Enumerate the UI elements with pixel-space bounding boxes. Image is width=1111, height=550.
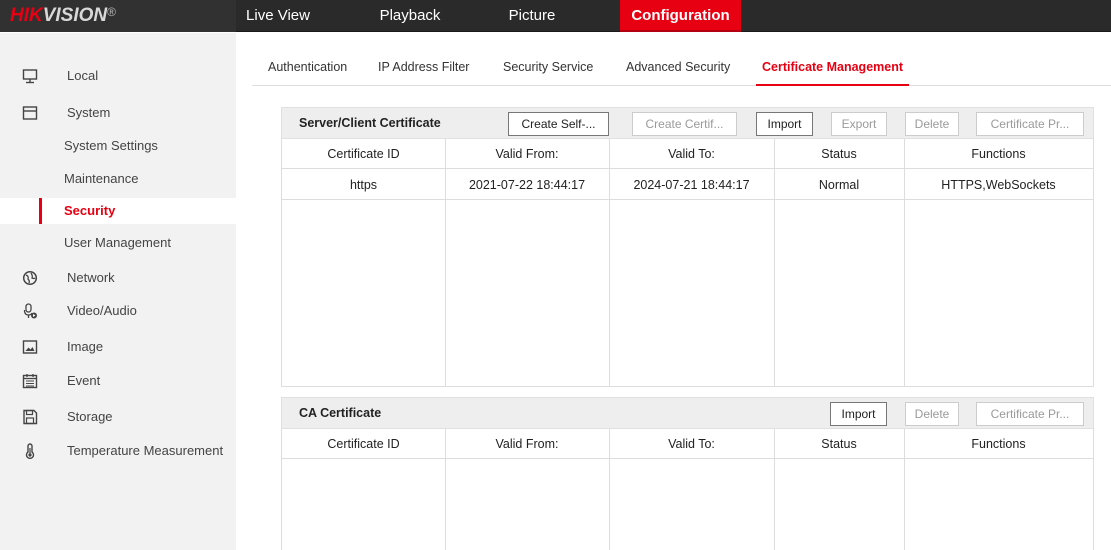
column-header: Certificate ID — [327, 147, 400, 161]
certificate-properties-button[interactable]: Certificate Pr... — [976, 112, 1084, 136]
save-icon — [22, 409, 38, 425]
delete-button[interactable]: Delete — [905, 112, 959, 136]
create-self-signed-button[interactable]: Create Self-... — [508, 112, 609, 136]
sidebar-item-local[interactable]: Local — [0, 63, 236, 89]
sidebar-item-label: System — [67, 105, 111, 120]
thermometer-icon — [22, 443, 38, 459]
column-header: Functions — [971, 437, 1026, 451]
sidebar-item-video-audio[interactable]: Video/Audio — [0, 298, 236, 324]
sidebar-item-image[interactable]: Image — [0, 334, 236, 360]
certificate-properties-button[interactable]: Certificate Pr... — [976, 402, 1084, 426]
sidebar-item-storage[interactable]: Storage — [0, 404, 236, 430]
nav-live-view[interactable]: Live View — [238, 0, 318, 32]
valid-from-cell: 2021-07-22 18:44:17 — [468, 178, 586, 192]
sidebar-item-label: User Management — [64, 235, 171, 250]
sidebar-item-maintenance[interactable]: Maintenance — [0, 166, 236, 192]
sidebar-item-label: Image — [67, 339, 104, 354]
valid-to-cell: 2024-07-21 18:44:17 — [633, 178, 750, 192]
sidebar-item-label: Temperature Measurement — [67, 443, 224, 458]
sidebar-item-label: Security — [64, 203, 116, 218]
panel-title: CA Certificate — [299, 406, 382, 420]
hikvision-logo: HIKVISION® — [10, 5, 116, 26]
sidebar-item-label: System Settings — [64, 138, 158, 153]
tab-bar: Authentication IP Address Filter Securit… — [252, 48, 1111, 86]
ca-certificate-table: Certificate ID Valid From: Valid To: Sta… — [281, 429, 1094, 550]
functions-cell: HTTPS,WebSockets — [941, 178, 1056, 192]
sidebar-item-label: Maintenance — [64, 171, 139, 186]
import-button[interactable]: Import — [830, 402, 887, 426]
sidebar-item-security[interactable]: Security — [0, 198, 236, 224]
export-button[interactable]: Export — [831, 112, 887, 136]
sidebar-item-label: Event — [67, 373, 101, 388]
system-icon — [22, 105, 38, 121]
table-row[interactable]: https 2021-07-22 18:44:17 2024-07-21 18:… — [282, 170, 1093, 200]
sidebar-item-label: Storage — [67, 409, 113, 424]
nav-picture[interactable]: Picture — [492, 0, 572, 32]
nav-configuration[interactable]: Configuration — [620, 0, 741, 32]
sidebar-item-label: Video/Audio — [67, 303, 137, 318]
top-bar: HIKVISION® Live View Playback Picture Co… — [0, 0, 1111, 32]
sidebar-item-user-management[interactable]: User Management — [0, 230, 236, 256]
column-header: Valid From: — [495, 147, 559, 161]
column-header: Functions — [971, 147, 1026, 161]
ca-certificate-panel: CA Certificate Import Delete Certificate… — [281, 397, 1094, 550]
sidebar-item-network[interactable]: Network — [0, 265, 236, 291]
image-icon — [22, 339, 38, 355]
status-cell: Normal — [818, 178, 860, 192]
column-header: Certificate ID — [327, 437, 400, 451]
sidebar-item-system-settings[interactable]: System Settings — [0, 133, 236, 159]
certificate-table: Certificate ID Valid From: Valid To: Sta… — [281, 139, 1094, 387]
sidebar-item-temperature-measurement[interactable]: Temperature Measurement — [0, 438, 236, 464]
sidebar: Local System System Settings Maintenance… — [0, 33, 236, 550]
import-button[interactable]: Import — [756, 112, 813, 136]
logo: HIKVISION® — [0, 0, 236, 32]
table-header: Certificate ID Valid From: Valid To: Sta… — [282, 139, 1093, 169]
column-header: Valid To: — [668, 147, 715, 161]
column-header: Valid To: — [668, 437, 715, 451]
sidebar-item-label: Local — [67, 68, 99, 83]
sidebar-item-label: Network — [67, 270, 115, 285]
server-client-certificate-panel: Server/Client Certificate Create Self-..… — [281, 107, 1094, 387]
sidebar-item-event[interactable]: Event — [0, 368, 236, 394]
globe-icon — [22, 270, 38, 286]
panel-title: Server/Client Certificate — [299, 116, 441, 130]
column-header: Valid From: — [495, 437, 559, 451]
nav-playback[interactable]: Playback — [370, 0, 450, 32]
monitor-icon — [22, 68, 38, 84]
calendar-icon — [22, 373, 38, 389]
sidebar-item-system[interactable]: System — [0, 100, 236, 126]
panel-header: CA Certificate Import Delete Certificate… — [281, 397, 1094, 429]
panel-header: Server/Client Certificate Create Self-..… — [281, 107, 1094, 139]
column-header: Status — [821, 147, 857, 161]
tab-ip-address-filter[interactable]: IP Address Filter — [378, 48, 469, 86]
tab-certificate-management[interactable]: Certificate Management — [756, 48, 910, 86]
create-certificate-request-button[interactable]: Create Certif... — [632, 112, 737, 136]
tab-advanced-security[interactable]: Advanced Security — [626, 48, 730, 86]
certificate-id-cell: https — [349, 178, 378, 192]
microphone-icon — [22, 303, 38, 319]
tab-authentication[interactable]: Authentication — [268, 48, 347, 86]
delete-button[interactable]: Delete — [905, 402, 959, 426]
table-header: Certificate ID Valid From: Valid To: Sta… — [282, 429, 1093, 459]
column-header: Status — [821, 437, 857, 451]
tab-security-service[interactable]: Security Service — [503, 48, 593, 86]
